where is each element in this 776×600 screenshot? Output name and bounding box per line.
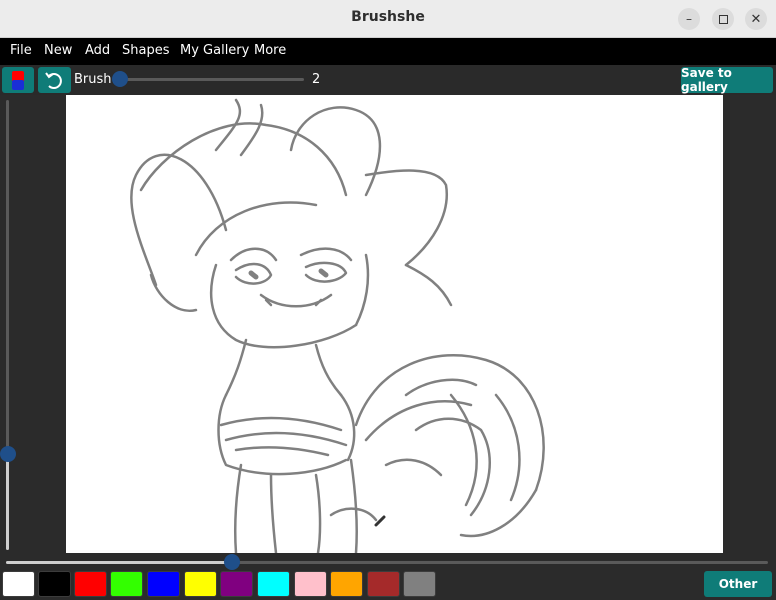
brush-size-value: 2 <box>312 72 321 87</box>
menu-file[interactable]: File <box>10 43 32 58</box>
brush-size-slider-track[interactable] <box>120 78 304 81</box>
menu-shapes[interactable]: Shapes <box>122 43 169 58</box>
swatch-gray[interactable] <box>403 571 436 597</box>
swatch-blue[interactable] <box>147 571 180 597</box>
close-button[interactable]: ✕ <box>745 8 767 30</box>
vertical-slider-handle[interactable] <box>0 446 16 462</box>
drawing-canvas[interactable] <box>66 95 723 555</box>
menu-bar: File New Add Shapes My Gallery More <box>0 38 776 65</box>
other-color-button[interactable]: Other <box>704 571 772 597</box>
minimize-icon: – <box>686 12 692 26</box>
menu-add[interactable]: Add <box>85 43 110 58</box>
menu-my-gallery[interactable]: My Gallery <box>180 43 249 58</box>
swatch-orange[interactable] <box>330 571 363 597</box>
color-swatch-icon <box>12 71 24 90</box>
brush-label: Brush: <box>74 72 116 87</box>
minimize-button[interactable]: – <box>678 8 700 30</box>
swatch-purple[interactable] <box>220 571 253 597</box>
swatch-brown[interactable] <box>367 571 400 597</box>
swatch-red[interactable] <box>74 571 107 597</box>
undo-icon <box>45 72 62 89</box>
horizontal-slider-fill <box>6 561 231 564</box>
swatch-green[interactable] <box>110 571 143 597</box>
horizontal-slider-handle[interactable] <box>224 554 240 570</box>
swatch-black[interactable] <box>38 571 71 597</box>
vertical-slider-fill <box>6 455 9 550</box>
swatch-white[interactable] <box>2 571 35 597</box>
maximize-icon <box>718 14 728 24</box>
title-bar: Brushshe – ✕ <box>0 0 776 38</box>
swatch-cyan[interactable] <box>257 571 290 597</box>
color-picker-button[interactable] <box>2 67 34 93</box>
close-icon: ✕ <box>750 11 762 27</box>
sketch-drawing <box>130 98 545 555</box>
color-palette: Other <box>0 569 776 600</box>
menu-new[interactable]: New <box>44 43 72 58</box>
window-title: Brushshe <box>351 9 425 25</box>
menu-more[interactable]: More <box>254 43 286 58</box>
save-to-gallery-button[interactable]: Save to gallery <box>681 66 773 94</box>
maximize-button[interactable] <box>712 8 734 30</box>
swatch-yellow[interactable] <box>184 571 217 597</box>
swatch-pink[interactable] <box>294 571 327 597</box>
brush-size-slider-handle[interactable] <box>112 71 128 87</box>
undo-button[interactable] <box>38 67 71 93</box>
